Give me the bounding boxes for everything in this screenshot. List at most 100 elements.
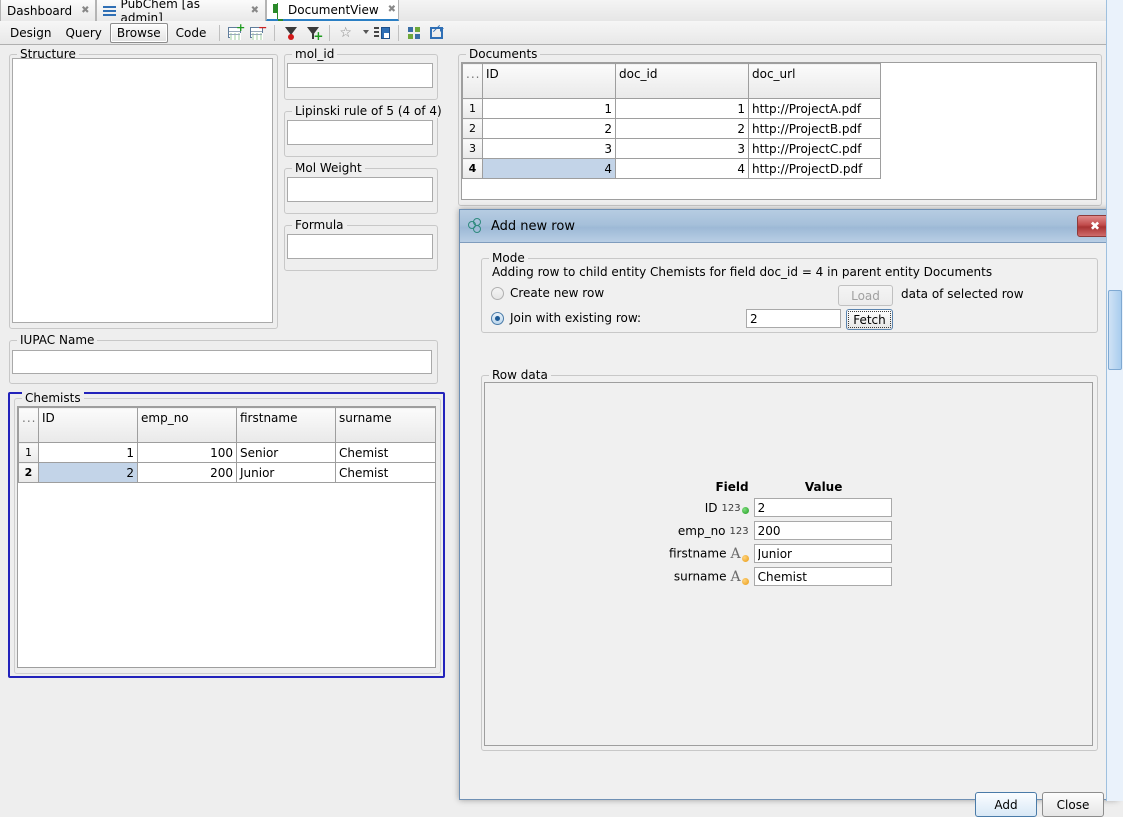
formula-input[interactable] xyxy=(287,234,433,259)
radio-join-existing-row[interactable] xyxy=(491,312,504,325)
tab-label: DocumentView xyxy=(288,3,379,17)
favorites-icon[interactable]: ☆ xyxy=(337,24,355,42)
row-number[interactable]: 1 xyxy=(19,443,39,463)
scrollbar-thumb[interactable] xyxy=(1108,290,1122,370)
documents-table-container[interactable]: ... ID doc_id doc_url 1 1 1 http://Proje… xyxy=(461,62,1097,200)
documents-corner-cell[interactable]: ... xyxy=(463,64,483,99)
dialog-body: Mode Adding row to child entity Chemists… xyxy=(460,243,1117,801)
cell-id[interactable]: 2 xyxy=(483,119,616,139)
row-number[interactable]: 4 xyxy=(463,159,483,179)
cell-surname[interactable]: Chemist xyxy=(336,443,436,463)
toolbar-code-button[interactable]: Code xyxy=(170,24,213,42)
structure-group: Structure xyxy=(9,54,278,329)
cell-docurl[interactable]: http://ProjectC.pdf xyxy=(749,139,881,159)
documents-col-docid[interactable]: doc_id xyxy=(616,64,749,99)
dialog-add-button[interactable]: Add xyxy=(975,792,1037,817)
open-external-icon[interactable] xyxy=(428,24,446,42)
iupac-name-input[interactable] xyxy=(12,350,432,374)
dialog-close-action-button[interactable]: Close xyxy=(1042,792,1104,817)
tab-pubchem[interactable]: PubChem [as admin] ✖ xyxy=(96,0,266,21)
row-number[interactable]: 2 xyxy=(463,119,483,139)
value-input-firstname[interactable] xyxy=(754,544,892,563)
numeric-key-type-icon: 123 xyxy=(722,503,749,514)
table-row[interactable]: 1 1 100 Senior Chemist xyxy=(19,443,436,463)
chemists-table-container[interactable]: ... ID emp_no firstname surname 1 1 100 … xyxy=(17,406,436,668)
mol-weight-input[interactable] xyxy=(287,177,433,202)
text-type-icon: A xyxy=(730,550,748,561)
tab-close-icon[interactable]: ✖ xyxy=(251,5,259,16)
cell-id[interactable]: 1 xyxy=(39,443,138,463)
documents-col-id[interactable]: ID xyxy=(483,64,616,99)
join-row-id-input[interactable] xyxy=(746,309,841,328)
row-number[interactable]: 1 xyxy=(463,99,483,119)
tab-close-icon[interactable]: ✖ xyxy=(388,4,396,15)
table-row[interactable]: 1 1 1 http://ProjectA.pdf xyxy=(463,99,881,119)
delete-row-icon[interactable]: − xyxy=(249,24,267,42)
value-input-surname[interactable] xyxy=(754,567,892,586)
row-number[interactable]: 2 xyxy=(19,463,39,483)
dialog-title: Add new row xyxy=(491,219,1077,234)
dialog-title-bar[interactable]: Add new row ✖ xyxy=(460,210,1117,243)
grid-view-icon[interactable] xyxy=(406,24,424,42)
tab-dashboard[interactable]: Dashboard ✖ xyxy=(0,0,96,21)
chemists-col-empno[interactable]: emp_no xyxy=(138,408,237,443)
cell-docid[interactable]: 2 xyxy=(616,119,749,139)
toolbar-design-button[interactable]: Design xyxy=(4,24,57,42)
value-input-id[interactable] xyxy=(754,498,892,517)
structure-canvas[interactable] xyxy=(12,58,273,323)
toolbar-query-button[interactable]: Query xyxy=(59,24,107,42)
chemists-col-firstname[interactable]: firstname xyxy=(237,408,336,443)
row-data-legend: Row data xyxy=(489,368,551,382)
cell-id[interactable]: 1 xyxy=(483,99,616,119)
cell-docid[interactable]: 3 xyxy=(616,139,749,159)
cell-empno[interactable]: 100 xyxy=(138,443,237,463)
table-row[interactable]: 3 3 3 http://ProjectC.pdf xyxy=(463,139,881,159)
documents-header-row: ... ID doc_id doc_url xyxy=(463,64,881,99)
value-input-empno[interactable] xyxy=(754,521,892,540)
save-list-icon[interactable] xyxy=(373,24,391,42)
field-label-id: ID123 xyxy=(668,497,750,518)
filter-add-icon[interactable]: + xyxy=(304,24,322,42)
fetch-button[interactable]: Fetch xyxy=(846,309,893,330)
field-value-table: Field Value ID123 xyxy=(665,477,898,589)
radio-create-new-row[interactable] xyxy=(491,287,504,300)
toolbar-browse-button[interactable]: Browse xyxy=(110,23,168,43)
text-type-icon: A xyxy=(730,573,748,584)
filter-clear-icon[interactable] xyxy=(282,24,300,42)
mol-id-input[interactable] xyxy=(287,63,433,88)
field-name: surname xyxy=(674,569,727,583)
create-new-row-option[interactable]: Create new row xyxy=(491,286,604,300)
load-button[interactable]: Load xyxy=(838,285,893,306)
chemists-col-id[interactable]: ID xyxy=(39,408,138,443)
tab-documentview[interactable]: DocumentView ✖ xyxy=(266,0,399,21)
toolbar-separator xyxy=(329,25,330,41)
chemists-col-surname[interactable]: surname xyxy=(336,408,436,443)
vertical-scrollbar[interactable] xyxy=(1106,0,1123,801)
documents-table: ... ID doc_id doc_url 1 1 1 http://Proje… xyxy=(462,63,881,179)
cell-firstname[interactable]: Senior xyxy=(237,443,336,463)
row-number[interactable]: 3 xyxy=(463,139,483,159)
table-row[interactable]: 4 4 4 http://ProjectD.pdf xyxy=(463,159,881,179)
cell-firstname[interactable]: Junior xyxy=(237,463,336,483)
favorites-dropdown-icon[interactable] xyxy=(359,24,369,42)
cell-empno[interactable]: 200 xyxy=(138,463,237,483)
join-existing-row-option[interactable]: Join with existing row: xyxy=(491,311,641,325)
cell-surname[interactable]: Chemist xyxy=(336,463,436,483)
field-value-cell xyxy=(753,543,895,564)
cell-docurl[interactable]: http://ProjectD.pdf xyxy=(749,159,881,179)
chemists-corner-cell[interactable]: ... xyxy=(19,408,39,443)
tab-close-icon[interactable]: ✖ xyxy=(81,5,89,16)
documents-col-docurl[interactable]: doc_url xyxy=(749,64,881,99)
cell-docurl[interactable]: http://ProjectA.pdf xyxy=(749,99,881,119)
cell-docid[interactable]: 1 xyxy=(616,99,749,119)
main-toolbar: Design Query Browse Code + − + ☆ xyxy=(0,21,1123,45)
cell-docurl[interactable]: http://ProjectB.pdf xyxy=(749,119,881,139)
cell-id[interactable]: 4 xyxy=(483,159,616,179)
lipinski-input[interactable] xyxy=(287,120,433,145)
add-row-icon[interactable]: + xyxy=(227,24,245,42)
cell-docid[interactable]: 4 xyxy=(616,159,749,179)
table-row[interactable]: 2 2 2 http://ProjectB.pdf xyxy=(463,119,881,139)
cell-id[interactable]: 2 xyxy=(39,463,138,483)
cell-id[interactable]: 3 xyxy=(483,139,616,159)
table-row[interactable]: 2 2 200 Junior Chemist xyxy=(19,463,436,483)
